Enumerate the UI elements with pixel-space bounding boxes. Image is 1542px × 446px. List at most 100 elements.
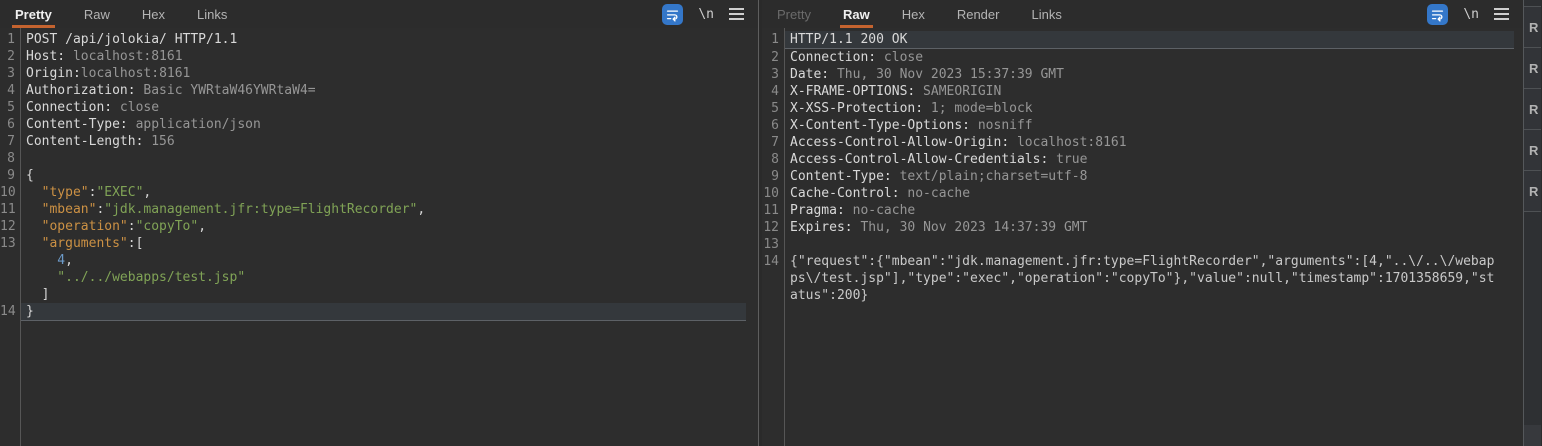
- code-text: Content-Type: application/json: [20, 116, 746, 133]
- tab-hex[interactable]: Hex: [899, 0, 928, 28]
- code-line: ]: [0, 286, 746, 303]
- tab-links[interactable]: Links: [194, 0, 230, 28]
- code-line: 1HTTP/1.1 200 OK: [762, 31, 1514, 49]
- request-editor[interactable]: 1POST /api/jolokia/ HTTP/1.12Host: local…: [0, 28, 758, 446]
- code-text: {: [20, 167, 746, 184]
- line-number: 3: [0, 65, 20, 82]
- newline-toggle-icon[interactable]: \n: [1463, 7, 1479, 22]
- code-line: 1POST /api/jolokia/ HTTP/1.1: [0, 31, 746, 48]
- code-line: 13: [762, 236, 1514, 253]
- code-text: Connection: close: [20, 99, 746, 116]
- code-line: 5X-XSS-Protection: 1; mode=block: [762, 100, 1514, 117]
- line-number: 8: [762, 151, 784, 168]
- line-number: 8: [0, 150, 20, 167]
- line-number: 13: [762, 236, 784, 253]
- inspector-collapsed-strip: RRRRR: [1523, 0, 1541, 446]
- code-line: 9Content-Type: text/plain;charset=utf-8: [762, 168, 1514, 185]
- code-line: 10 "type":"EXEC",: [0, 184, 746, 201]
- line-number: 13: [0, 235, 20, 252]
- code-line: 6Content-Type: application/json: [0, 116, 746, 133]
- code-line: 9{: [0, 167, 746, 184]
- line-number: 10: [762, 185, 784, 202]
- tab-spacer: [256, 0, 662, 28]
- line-number: 12: [0, 218, 20, 235]
- code-text: Authorization: Basic YWRtaW46YWRtaW4=: [20, 82, 746, 99]
- request-panel: Pretty Raw Hex Links \n 1POST /api/jolokia/…: [0, 0, 758, 446]
- code-line: 7Access-Control-Allow-Origin: localhost:…: [762, 134, 1514, 151]
- code-text: Content-Type: text/plain;charset=utf-8: [784, 168, 1514, 185]
- line-number: 9: [762, 168, 784, 185]
- code-text: HTTP/1.1 200 OK: [784, 31, 1514, 49]
- code-text: X-XSS-Protection: 1; mode=block: [784, 100, 1514, 117]
- menu-icon[interactable]: [1494, 8, 1509, 20]
- code-text: "type":"EXEC",: [20, 184, 746, 201]
- line-number: 2: [0, 48, 20, 65]
- line-number: 6: [0, 116, 20, 133]
- code-text: Expires: Thu, 30 Nov 2023 14:37:39 GMT: [784, 219, 1514, 236]
- code-text: "../../webapps/test.jsp": [20, 269, 746, 286]
- code-line: 7Content-Length: 156: [0, 133, 746, 150]
- tab-pretty[interactable]: Pretty: [12, 0, 55, 28]
- request-toolbar: \n: [662, 0, 758, 28]
- request-lines: 1POST /api/jolokia/ HTTP/1.12Host: local…: [0, 31, 746, 321]
- tab-spacer: [1091, 0, 1428, 28]
- code-line: "../../webapps/test.jsp": [0, 269, 746, 286]
- inspector-item[interactable]: R: [1524, 171, 1541, 212]
- line-number: [0, 286, 20, 303]
- line-number: 2: [762, 49, 784, 66]
- code-line: 10Cache-Control: no-cache: [762, 185, 1514, 202]
- line-number: 4: [762, 83, 784, 100]
- word-wrap-icon[interactable]: [662, 4, 683, 25]
- response-editor[interactable]: 1HTTP/1.1 200 OK2Connection: close3Date:…: [762, 28, 1523, 446]
- inspector-item[interactable]: R: [1524, 7, 1541, 48]
- line-number: 11: [762, 202, 784, 219]
- line-number: 7: [0, 133, 20, 150]
- code-text: "operation":"copyTo",: [20, 218, 746, 235]
- response-lines: 1HTTP/1.1 200 OK2Connection: close3Date:…: [762, 31, 1514, 304]
- tab-raw[interactable]: Raw: [81, 0, 113, 28]
- code-line: 2Connection: close: [762, 49, 1514, 66]
- line-number: [0, 269, 20, 286]
- code-text: Origin:localhost:8161: [20, 65, 746, 82]
- code-text: Content-Length: 156: [20, 133, 746, 150]
- code-line: 11 "mbean":"jdk.management.jfr:type=Flig…: [0, 201, 746, 218]
- code-text: 4,: [20, 252, 746, 269]
- code-text: Access-Control-Allow-Origin: localhost:8…: [784, 134, 1514, 151]
- code-text: Connection: close: [784, 49, 1514, 66]
- inspector-rows: RRRRR: [1524, 6, 1541, 212]
- line-number: 1: [0, 31, 20, 48]
- request-tabbar: Pretty Raw Hex Links \n: [0, 0, 758, 28]
- word-wrap-icon[interactable]: [1427, 4, 1448, 25]
- code-line: 4X-FRAME-OPTIONS: SAMEORIGIN: [762, 83, 1514, 100]
- code-text: POST /api/jolokia/ HTTP/1.1: [20, 31, 746, 48]
- gutter-divider: [20, 28, 21, 446]
- code-line: 8Access-Control-Allow-Credentials: true: [762, 151, 1514, 168]
- line-number: 3: [762, 66, 784, 83]
- code-text: ]: [20, 286, 746, 303]
- line-number: 12: [762, 219, 784, 236]
- code-text: [20, 150, 746, 167]
- newline-toggle-icon[interactable]: \n: [698, 7, 714, 22]
- line-number: 7: [762, 134, 784, 151]
- tab-render[interactable]: Render: [954, 0, 1003, 28]
- line-number: 10: [0, 184, 20, 201]
- tab-raw[interactable]: Raw: [840, 0, 873, 28]
- code-line: 14{"request":{"mbean":"jdk.management.jf…: [762, 253, 1514, 304]
- code-line: 4Authorization: Basic YWRtaW46YWRtaW4=: [0, 82, 746, 99]
- inspector-item[interactable]: R: [1524, 130, 1541, 171]
- code-line: 5Connection: close: [0, 99, 746, 116]
- inspector-item[interactable]: R: [1524, 48, 1541, 89]
- tab-pretty[interactable]: Pretty: [774, 0, 814, 28]
- code-text: Cache-Control: no-cache: [784, 185, 1514, 202]
- inspector-bottom-block: [1524, 425, 1541, 446]
- response-tabs: Pretty Raw Hex Render Links: [774, 0, 1091, 28]
- line-number: 5: [762, 100, 784, 117]
- code-text: [784, 236, 1514, 253]
- inspector-item[interactable]: R: [1524, 89, 1541, 130]
- menu-icon[interactable]: [729, 8, 744, 20]
- line-number: [0, 252, 20, 269]
- line-number: 6: [762, 117, 784, 134]
- tab-links[interactable]: Links: [1028, 0, 1064, 28]
- tab-hex[interactable]: Hex: [139, 0, 168, 28]
- code-line: 8: [0, 150, 746, 167]
